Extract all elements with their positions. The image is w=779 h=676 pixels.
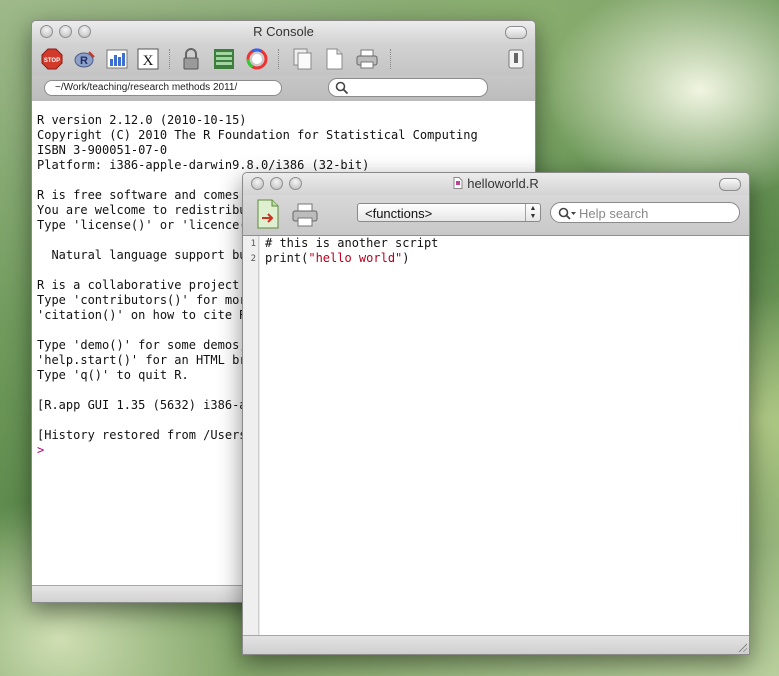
chevron-updown-icon: ▲ ▼: [525, 204, 540, 221]
lock-icon[interactable]: [179, 47, 203, 71]
editor-toolbar: <functions> ▲ ▼ Help search: [243, 195, 749, 236]
editor-statusbar: [243, 635, 749, 654]
search-icon: [335, 81, 349, 95]
code-comment: # this is another script: [265, 236, 439, 250]
new-document-icon[interactable]: [322, 47, 346, 71]
line-number-gutter: 1 2: [243, 236, 259, 635]
source-file-icon[interactable]: [255, 198, 281, 230]
editor-title: helloworld.R: [243, 176, 749, 191]
search-icon: [558, 207, 576, 220]
workspace-icon[interactable]: [212, 47, 236, 71]
toolbar-toggle-button[interactable]: [505, 26, 527, 39]
code-string: "hello world": [308, 251, 403, 265]
source-script-icon[interactable]: R: [73, 47, 97, 71]
r-document-icon: [453, 177, 463, 189]
resize-grip-icon[interactable]: [737, 642, 747, 652]
script-editor-window: helloworld.R <functions> ▲ ▼ Help search …: [242, 172, 750, 655]
x11-icon[interactable]: X: [136, 47, 160, 71]
help-search-field[interactable]: Help search: [550, 202, 740, 223]
editor-titlebar[interactable]: helloworld.R: [243, 173, 749, 195]
code-line: print("hello world"): [265, 251, 749, 266]
print-icon[interactable]: [355, 47, 379, 71]
print-icon[interactable]: [291, 201, 319, 229]
code-paren: ): [402, 251, 410, 265]
console-title: R Console: [253, 24, 314, 39]
code-line: # this is another script: [265, 236, 749, 251]
working-directory-field[interactable]: ~/Work/teaching/research methods 2011/: [44, 80, 282, 96]
toggle-sidebar-icon[interactable]: [504, 47, 528, 71]
help-search-placeholder: Help search: [579, 206, 649, 221]
functions-dropdown-value: <functions>: [365, 206, 433, 221]
quartz-icon[interactable]: [105, 47, 129, 71]
code-editor[interactable]: # this is another script print("hello wo…: [260, 236, 749, 635]
svg-text:STOP: STOP: [44, 58, 60, 64]
svg-text:X: X: [143, 53, 154, 69]
code-function: print(: [265, 251, 309, 265]
functions-dropdown[interactable]: <functions> ▲ ▼: [357, 203, 541, 222]
svg-text:R: R: [80, 55, 88, 67]
console-output-line: Platform: i386-apple-darwin9.8.0/i386 (3…: [37, 158, 370, 172]
console-search-field[interactable]: [328, 78, 488, 97]
line-number: 1: [250, 239, 256, 249]
copy-icon[interactable]: [290, 47, 314, 71]
toolbar-separator: [278, 49, 280, 69]
console-titlebar[interactable]: R Console: [32, 21, 535, 43]
console-pathbar: ~/Work/teaching/research methods 2011/: [32, 75, 535, 102]
console-output-line: Copyright (C) 2010 The R Foundation for …: [37, 128, 478, 142]
console-output-line: ISBN 3-900051-07-0: [37, 143, 168, 157]
toolbar-separator: [169, 49, 171, 69]
console-output-line: R version 2.12.0 (2010-10-15): [37, 113, 247, 127]
color-picker-icon[interactable]: [245, 47, 269, 71]
console-toolbar: STOP R X: [32, 43, 535, 75]
line-number: 2: [250, 254, 256, 264]
toolbar-toggle-button[interactable]: [719, 178, 741, 191]
toolbar-separator: [390, 49, 392, 69]
stop-icon[interactable]: STOP: [40, 47, 64, 71]
editor-filename: helloworld.R: [467, 176, 539, 191]
console-prompt: >: [37, 443, 45, 457]
